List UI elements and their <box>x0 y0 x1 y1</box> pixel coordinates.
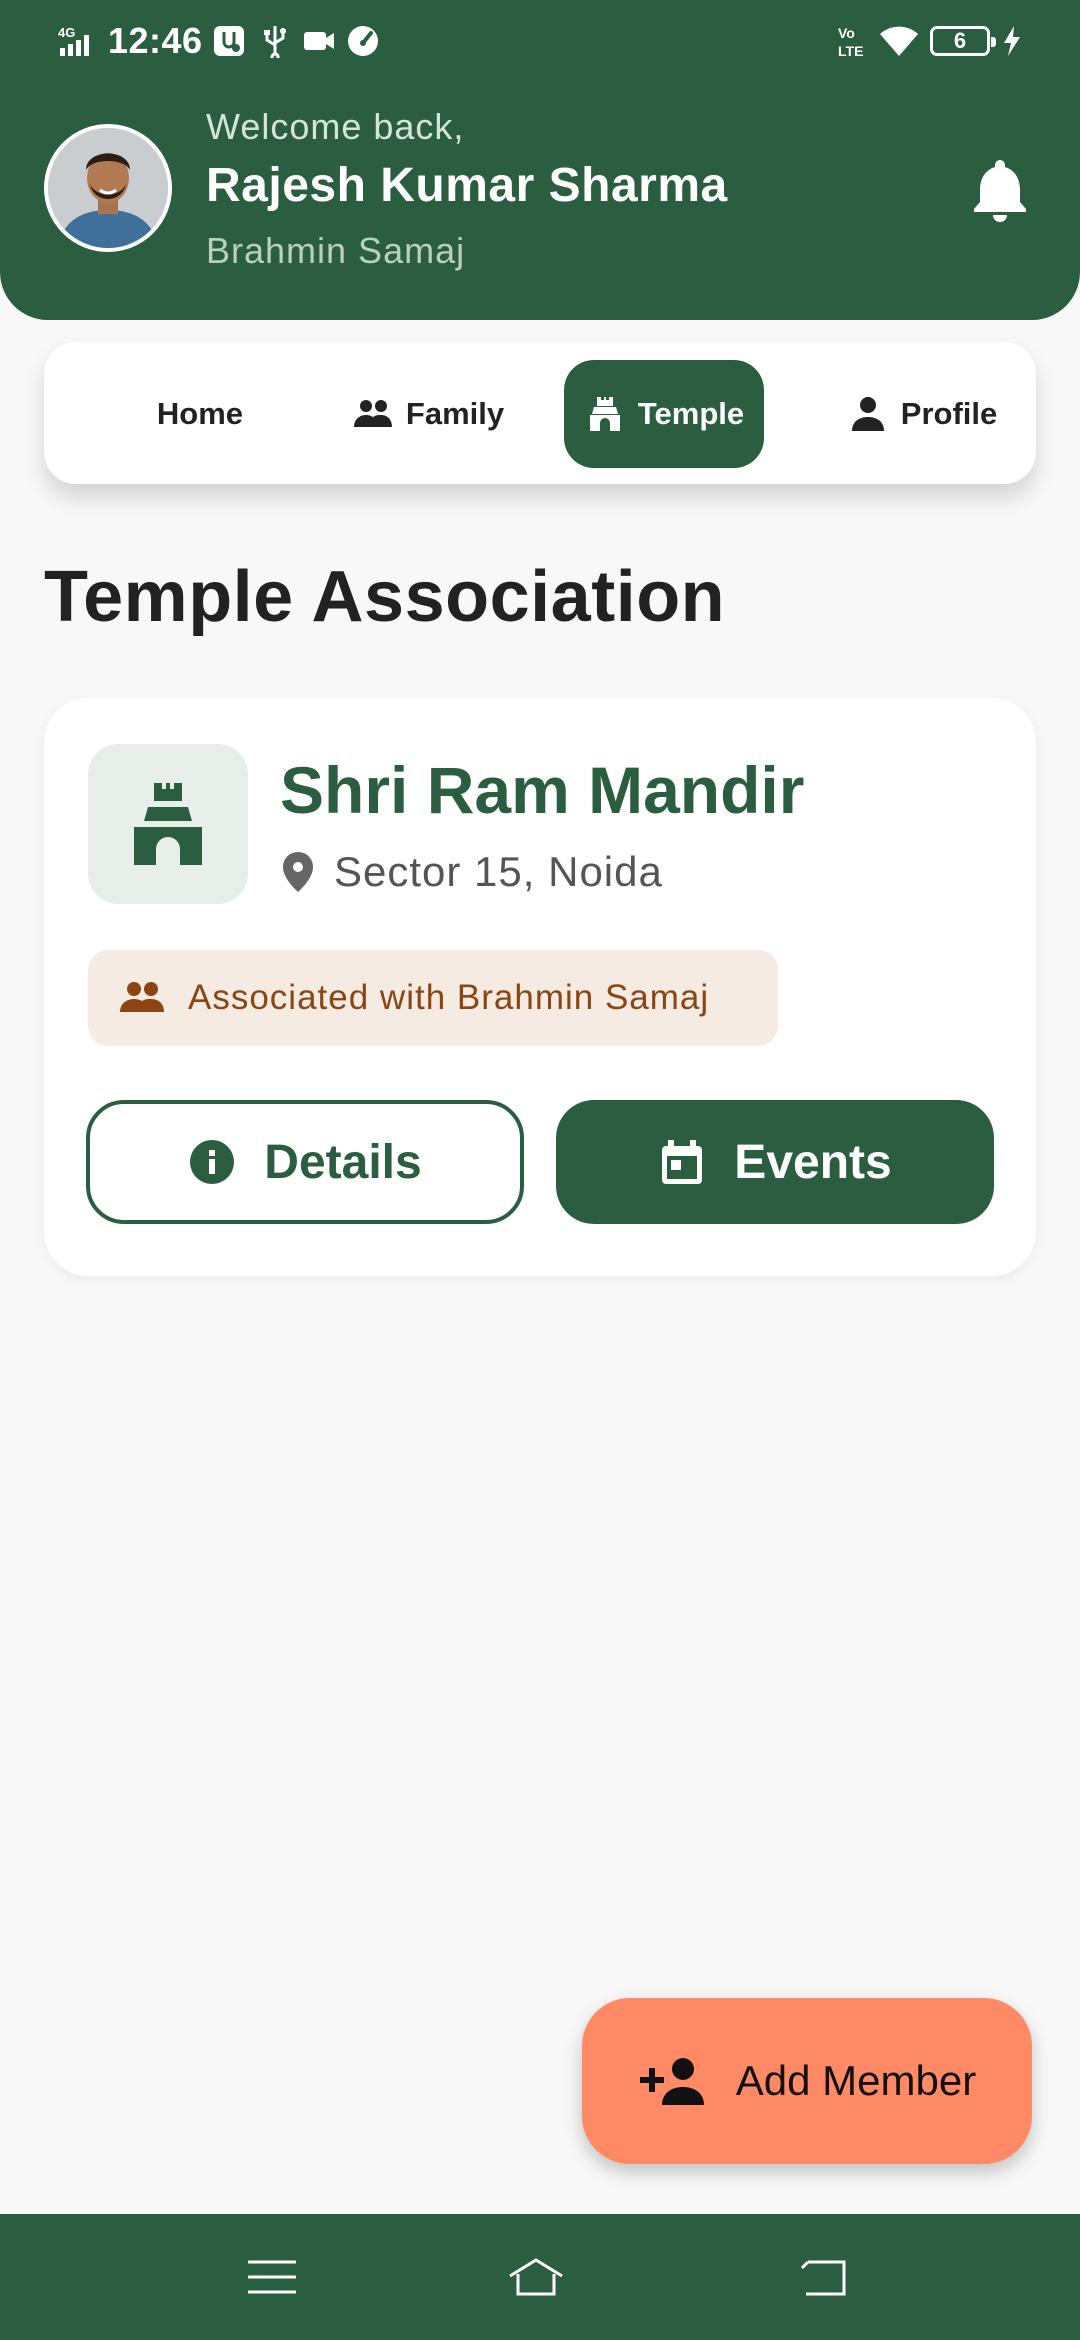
svg-text:Vo: Vo <box>838 25 855 41</box>
tab-family[interactable]: Family <box>328 360 528 468</box>
location-text: Sector 15, Noida <box>334 848 663 895</box>
svg-text:4G: 4G <box>58 25 75 40</box>
tab-profile-label: Profile <box>900 396 998 431</box>
svg-text:LTE: LTE <box>838 43 863 59</box>
notification-bell-icon[interactable] <box>972 156 1028 222</box>
system-nav-bar <box>0 2214 1080 2340</box>
people-icon <box>120 982 164 1012</box>
add-member-label: Add Member <box>735 2057 977 2104</box>
details-button[interactable]: Details <box>86 1100 524 1224</box>
tab-temple[interactable]: Temple <box>564 360 764 468</box>
video-icon <box>304 32 334 50</box>
tab-home[interactable]: Home <box>130 360 270 468</box>
menu-icon[interactable] <box>242 2252 302 2302</box>
charging-icon <box>1004 26 1020 56</box>
battery-icon: 6 <box>930 26 996 56</box>
home-icon[interactable] <box>506 2252 566 2302</box>
usb-settings-icon <box>214 26 244 56</box>
tab-temple-label: Temple <box>637 396 745 431</box>
people-icon <box>353 400 392 427</box>
avatar-photo <box>48 128 168 248</box>
tab-bar: Home Family Temple Profile <box>44 342 1036 484</box>
events-label: Events <box>734 1135 892 1189</box>
person-icon <box>851 397 884 431</box>
temple-tile <box>88 744 248 904</box>
speed-icon <box>348 26 378 56</box>
add-member-button[interactable]: Add Member <box>582 1998 1032 2164</box>
info-icon <box>190 1140 235 1184</box>
temple-icon <box>134 783 202 865</box>
temple-location: Sector 15, Noida <box>280 848 663 896</box>
status-time: 12:46 <box>108 20 203 61</box>
header: 4G 12:46 Vo LTE 6 Welcome back, Rajesh K… <box>0 0 1080 320</box>
signal-icon: 4G <box>58 25 89 56</box>
person-add-icon <box>639 2058 704 2105</box>
avatar[interactable] <box>44 124 172 252</box>
samaj-name: Brahmin Samaj <box>206 230 466 271</box>
tab-family-label: Family <box>405 396 505 431</box>
app-screen: 4G 12:46 Vo LTE 6 Welcome back, Rajesh K… <box>0 0 1080 2340</box>
details-label: Details <box>264 1135 422 1189</box>
section-title: Temple Association <box>44 557 726 637</box>
temple-card: Shri Ram Mandir Sector 15, Noida Associa… <box>44 698 1036 1276</box>
user-name: Rajesh Kumar Sharma <box>206 159 728 212</box>
calendar-icon <box>662 1140 703 1184</box>
temple-name: Shri Ram Mandir <box>280 753 805 827</box>
tab-home-label: Home <box>156 396 244 431</box>
volte-icon: Vo LTE <box>838 25 863 59</box>
wifi-icon <box>880 26 918 56</box>
status-bar: 4G 12:46 Vo LTE 6 <box>0 0 1080 84</box>
events-button[interactable]: Events <box>556 1100 994 1224</box>
welcome-text: Welcome back, <box>206 106 465 147</box>
location-pin-icon <box>283 852 313 892</box>
back-icon[interactable] <box>794 2252 854 2302</box>
association-badge: Associated with Brahmin Samaj <box>88 950 778 1046</box>
tab-profile[interactable]: Profile <box>832 360 1012 468</box>
association-text: Associated with Brahmin Samaj <box>188 978 710 1017</box>
temple-icon <box>589 397 620 431</box>
usb-icon <box>264 26 286 58</box>
